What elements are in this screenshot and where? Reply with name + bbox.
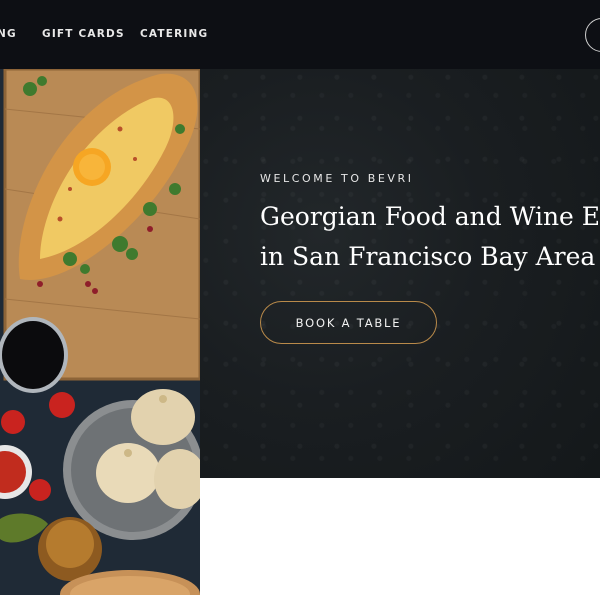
food-photo — [0, 69, 200, 595]
food-photo-illustration — [0, 69, 200, 595]
nav-link-partial[interactable]: NG — [0, 28, 17, 40]
hero-headline-line-2: in San Francisco Bay Area — [260, 242, 596, 271]
circle-icon[interactable] — [585, 18, 600, 52]
hero-section: WELCOME TO BEVRI Georgian Food and Wine … — [200, 69, 600, 478]
top-navigation: NG GIFT CARDS CATERING — [0, 0, 600, 69]
book-table-button[interactable]: BOOK A TABLE — [260, 301, 437, 344]
nav-link-catering[interactable]: CATERING — [140, 28, 208, 40]
hero-headline-line-1: Georgian Food and Wine Ex — [260, 202, 600, 231]
hero-eyebrow: WELCOME TO BEVRI — [260, 172, 414, 185]
nav-link-gift-cards[interactable]: GIFT CARDS — [42, 28, 125, 40]
hero-headline: Georgian Food and Wine Ex in San Francis… — [260, 197, 600, 277]
